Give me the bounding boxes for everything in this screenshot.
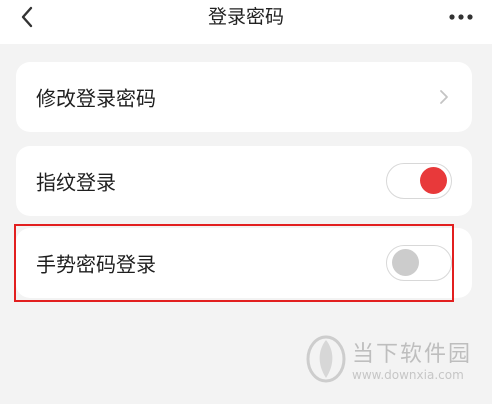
- gesture-password-login-row: 手势密码登录: [16, 228, 472, 298]
- toggle-knob: [392, 249, 419, 276]
- watermark-logo-icon: [306, 335, 346, 383]
- toggle-knob: [420, 167, 447, 194]
- watermark-url: www.downxia.com: [352, 368, 464, 382]
- fingerprint-login-label: 指纹登录: [36, 170, 116, 195]
- more-button[interactable]: [444, 4, 478, 30]
- chevron-right-icon: [438, 88, 450, 106]
- watermark: 当下软件园 www.downxia.com: [300, 330, 480, 390]
- more-horizontal-icon: [449, 14, 473, 20]
- page-title: 登录密码: [207, 6, 284, 28]
- navigation-bar: 登录密码: [0, 0, 492, 44]
- gesture-password-login-label: 手势密码登录: [36, 252, 156, 277]
- gesture-password-login-toggle[interactable]: [386, 245, 452, 281]
- change-password-row[interactable]: 修改登录密码: [16, 62, 472, 132]
- watermark-text: 当下软件园: [352, 342, 473, 367]
- fingerprint-login-row: 指纹登录: [16, 146, 472, 216]
- fingerprint-login-toggle[interactable]: [386, 163, 452, 199]
- change-password-label: 修改登录密码: [36, 86, 156, 111]
